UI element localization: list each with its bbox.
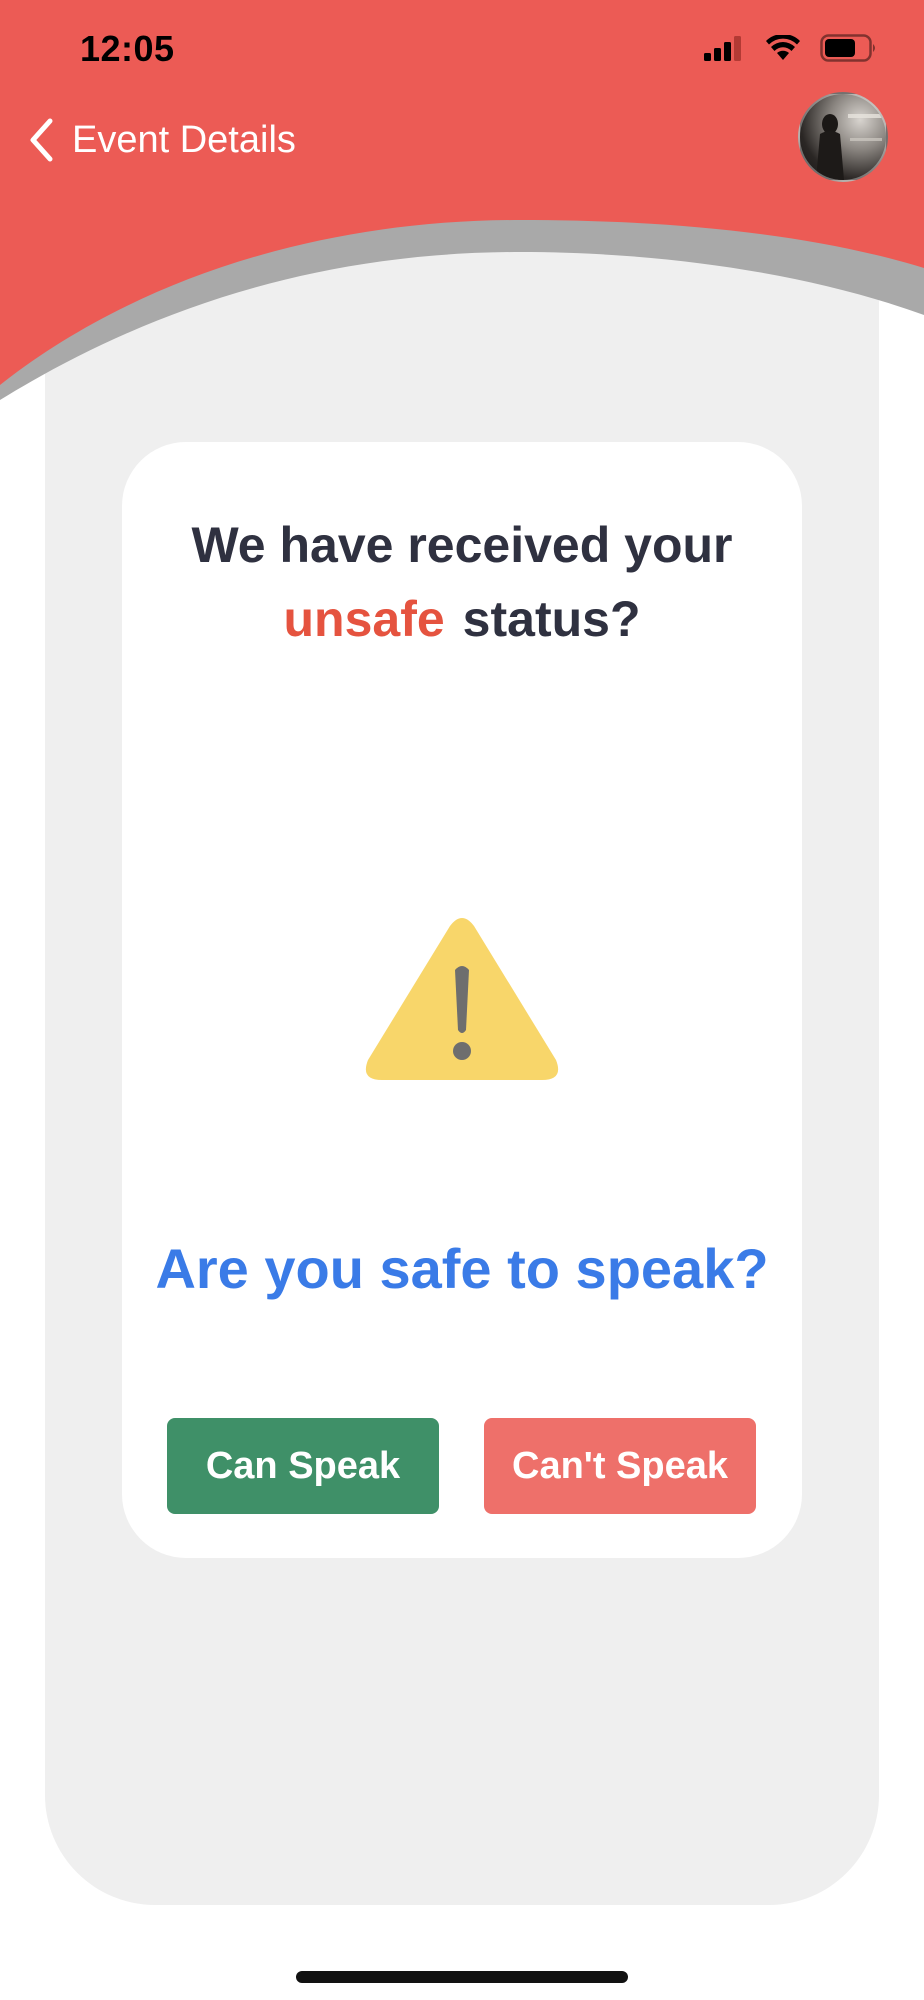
safety-question: Are you safe to speak? — [155, 1237, 769, 1300]
wifi-icon — [766, 35, 800, 60]
page-title: Event Details — [72, 118, 296, 161]
heading-line-2: unsafe status? — [122, 582, 802, 656]
status-card: We have received your unsafe status? Are … — [122, 442, 802, 1558]
signal-icon — [704, 36, 741, 61]
can-speak-button[interactable]: Can Speak — [167, 1418, 439, 1514]
status-icons — [704, 34, 878, 62]
back-button[interactable]: Event Details — [28, 118, 296, 162]
heading-status-text: status? — [462, 591, 641, 647]
screen: 12:05 Event Details We have received you… — [0, 0, 924, 2000]
person-photo-icon — [816, 114, 882, 180]
home-indicator[interactable] — [296, 1971, 628, 1983]
avatar[interactable] — [798, 92, 888, 182]
status-heading: We have received your unsafe status? — [122, 508, 802, 656]
battery-icon — [820, 34, 875, 62]
unsafe-highlight: unsafe — [283, 591, 445, 647]
warning-icon — [365, 918, 559, 1080]
status-time: 12:05 — [80, 28, 175, 69]
status-bar: 12:05 — [0, 0, 924, 100]
chevron-left-icon — [30, 118, 53, 162]
cant-speak-button[interactable]: Can't Speak — [484, 1418, 756, 1514]
heading-line-1: We have received your — [191, 517, 733, 573]
